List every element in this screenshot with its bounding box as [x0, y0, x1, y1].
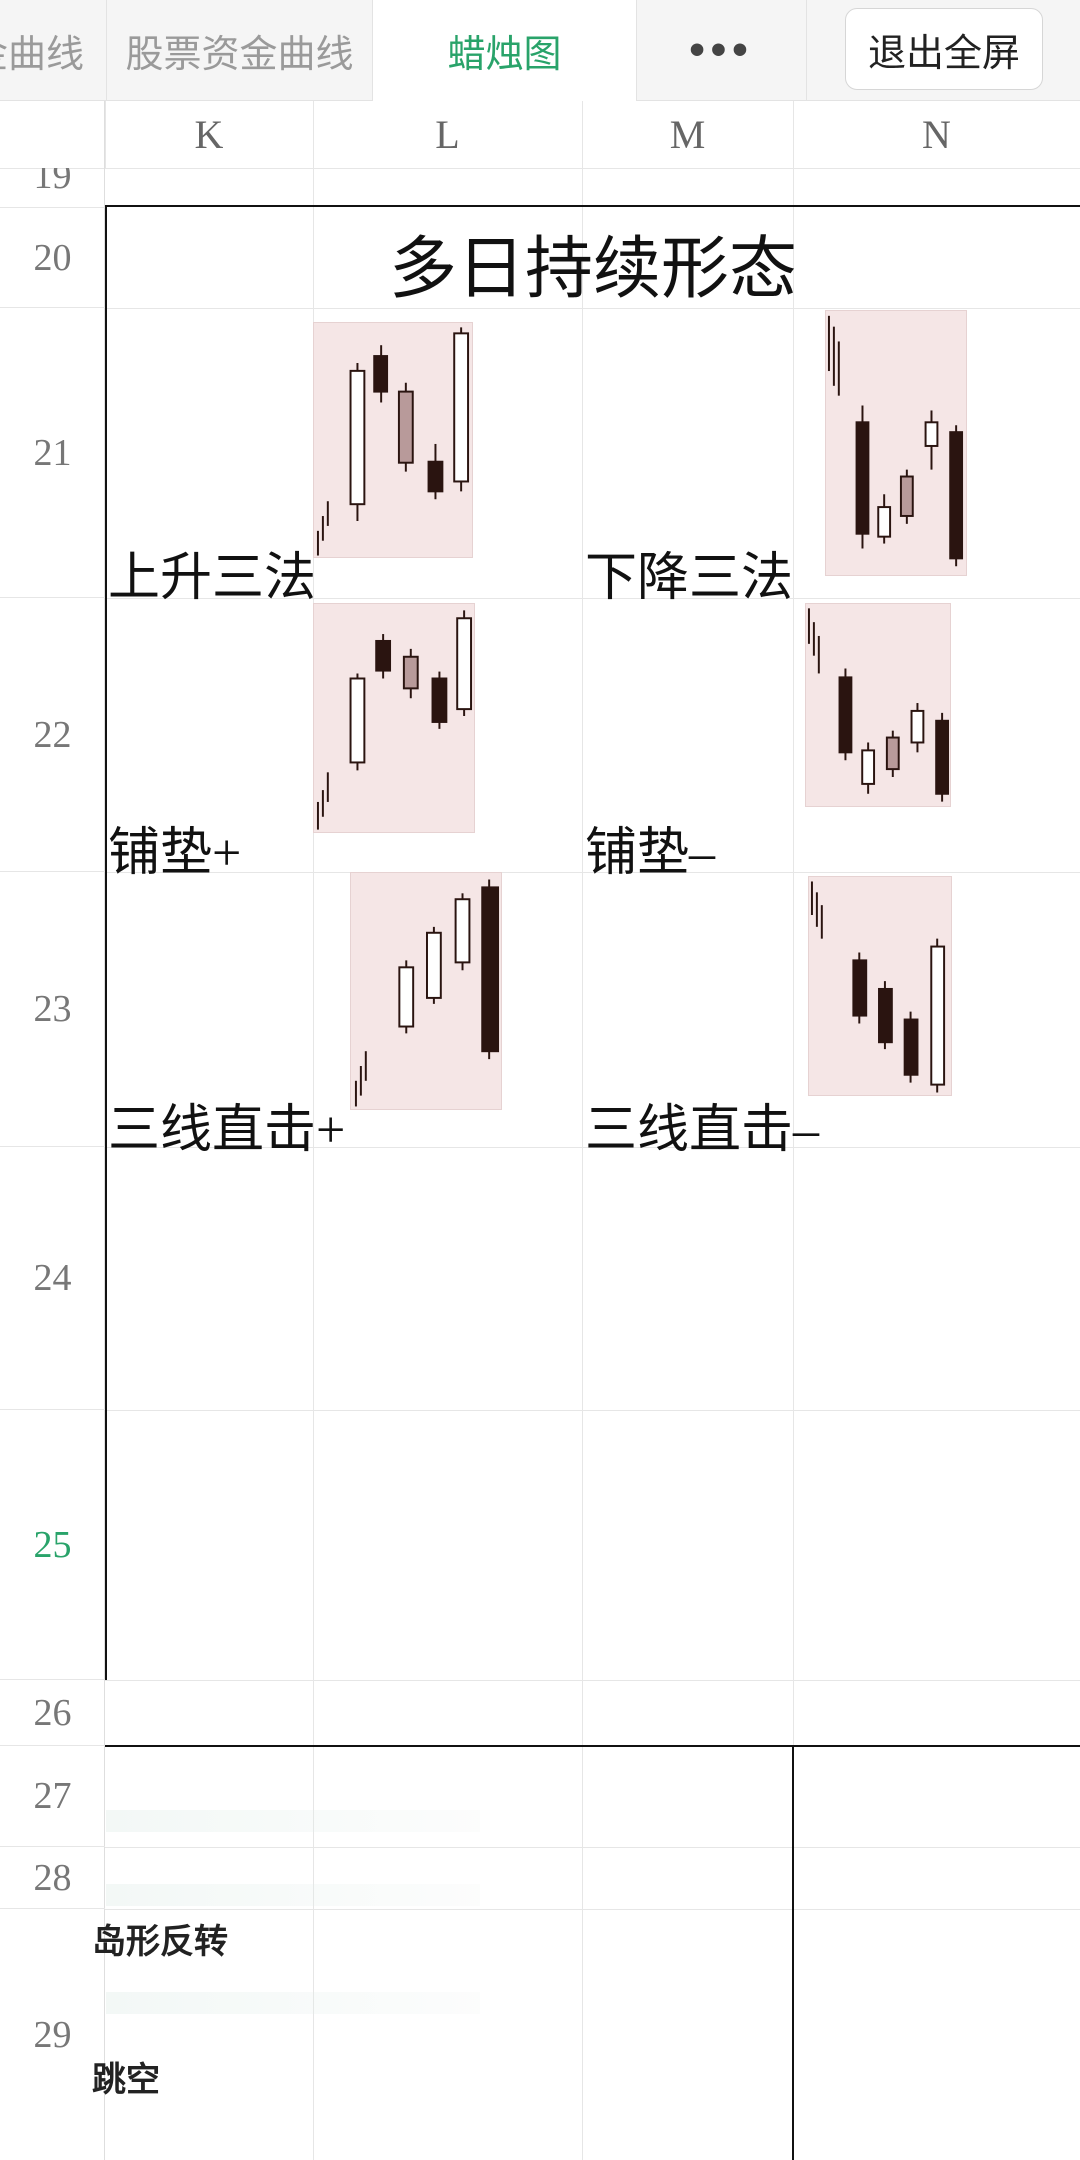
- cushion-minus-chart: [805, 603, 951, 807]
- row-header-28[interactable]: 28: [0, 1847, 105, 1909]
- column-header-l[interactable]: L: [313, 101, 582, 168]
- column-header-k[interactable]: K: [105, 101, 313, 168]
- rising-three-methods-chart: [313, 322, 473, 558]
- row-header-21[interactable]: 21: [0, 308, 105, 598]
- row-header-29[interactable]: 29: [0, 1909, 105, 2160]
- tab-bar: 金曲线 股票资金曲线 蜡烛图 ••• 退出全屏: [0, 0, 1080, 101]
- column-header-m[interactable]: M: [582, 101, 793, 168]
- grid-line: [793, 168, 794, 1746]
- grid-line: [582, 101, 583, 168]
- block-border-divider: [792, 1746, 794, 2160]
- pattern-label-three-line-strike-minus: 三线直击–: [585, 1102, 820, 1159]
- row-header-25[interactable]: 25: [0, 1410, 105, 1680]
- column-header-n[interactable]: N: [793, 101, 1080, 168]
- grid-line: [105, 1680, 1080, 1681]
- pattern-label-falling-three: 下降三法: [585, 550, 794, 607]
- three-line-strike-plus-chart: [350, 872, 502, 1110]
- faded-band: [106, 1992, 480, 2014]
- row-header-19[interactable]: 19: [0, 168, 105, 208]
- row-header-24[interactable]: 24: [0, 1147, 105, 1410]
- row-header-20[interactable]: 20: [0, 208, 105, 308]
- pattern-label-rising-three: 上升三法: [108, 550, 317, 607]
- three-line-strike-minus-chart: [808, 876, 952, 1096]
- block-border-bottom: [105, 1745, 1080, 1747]
- tab-stock-fund-curve[interactable]: 股票资金曲线: [107, 0, 373, 100]
- falling-three-methods-chart: [825, 310, 967, 576]
- block-title: 多日持续形态: [388, 230, 797, 307]
- pattern-label-cushion-plus: 铺垫+: [108, 825, 242, 882]
- tab-fund-curve[interactable]: 金曲线: [0, 0, 107, 100]
- tab-candlestick[interactable]: 蜡烛图: [373, 0, 637, 101]
- row-header-26[interactable]: 26: [0, 1680, 105, 1746]
- cushion-plus-chart: [313, 603, 475, 833]
- partial-label-gap: 跳空: [92, 2061, 160, 2099]
- column-header-bar: K L M N: [0, 101, 1080, 169]
- faded-band: [106, 1810, 480, 1832]
- grid-line: [105, 1847, 1080, 1848]
- row-header-27[interactable]: 27: [0, 1746, 105, 1847]
- pattern-label-cushion-minus: 铺垫–: [585, 825, 716, 882]
- block-border-top: [105, 205, 1080, 207]
- exit-fullscreen-button[interactable]: 退出全屏: [845, 8, 1043, 90]
- grid-line: [105, 1410, 1080, 1411]
- grid-line: [313, 101, 314, 168]
- grid-line: [105, 101, 106, 168]
- pattern-label-three-line-strike-plus: 三线直击+: [108, 1102, 346, 1159]
- partial-label-island-reversal: 岛形反转: [92, 1923, 228, 1961]
- grid-line: [582, 168, 583, 2160]
- block-border-left: [105, 205, 107, 1680]
- row-header-23[interactable]: 23: [0, 872, 105, 1147]
- grid-line: [793, 101, 794, 168]
- more-tabs-icon[interactable]: •••: [637, 0, 807, 100]
- row-header-22[interactable]: 22: [0, 598, 105, 872]
- grid-line: [105, 1909, 1080, 1910]
- faded-band: [106, 1884, 480, 1906]
